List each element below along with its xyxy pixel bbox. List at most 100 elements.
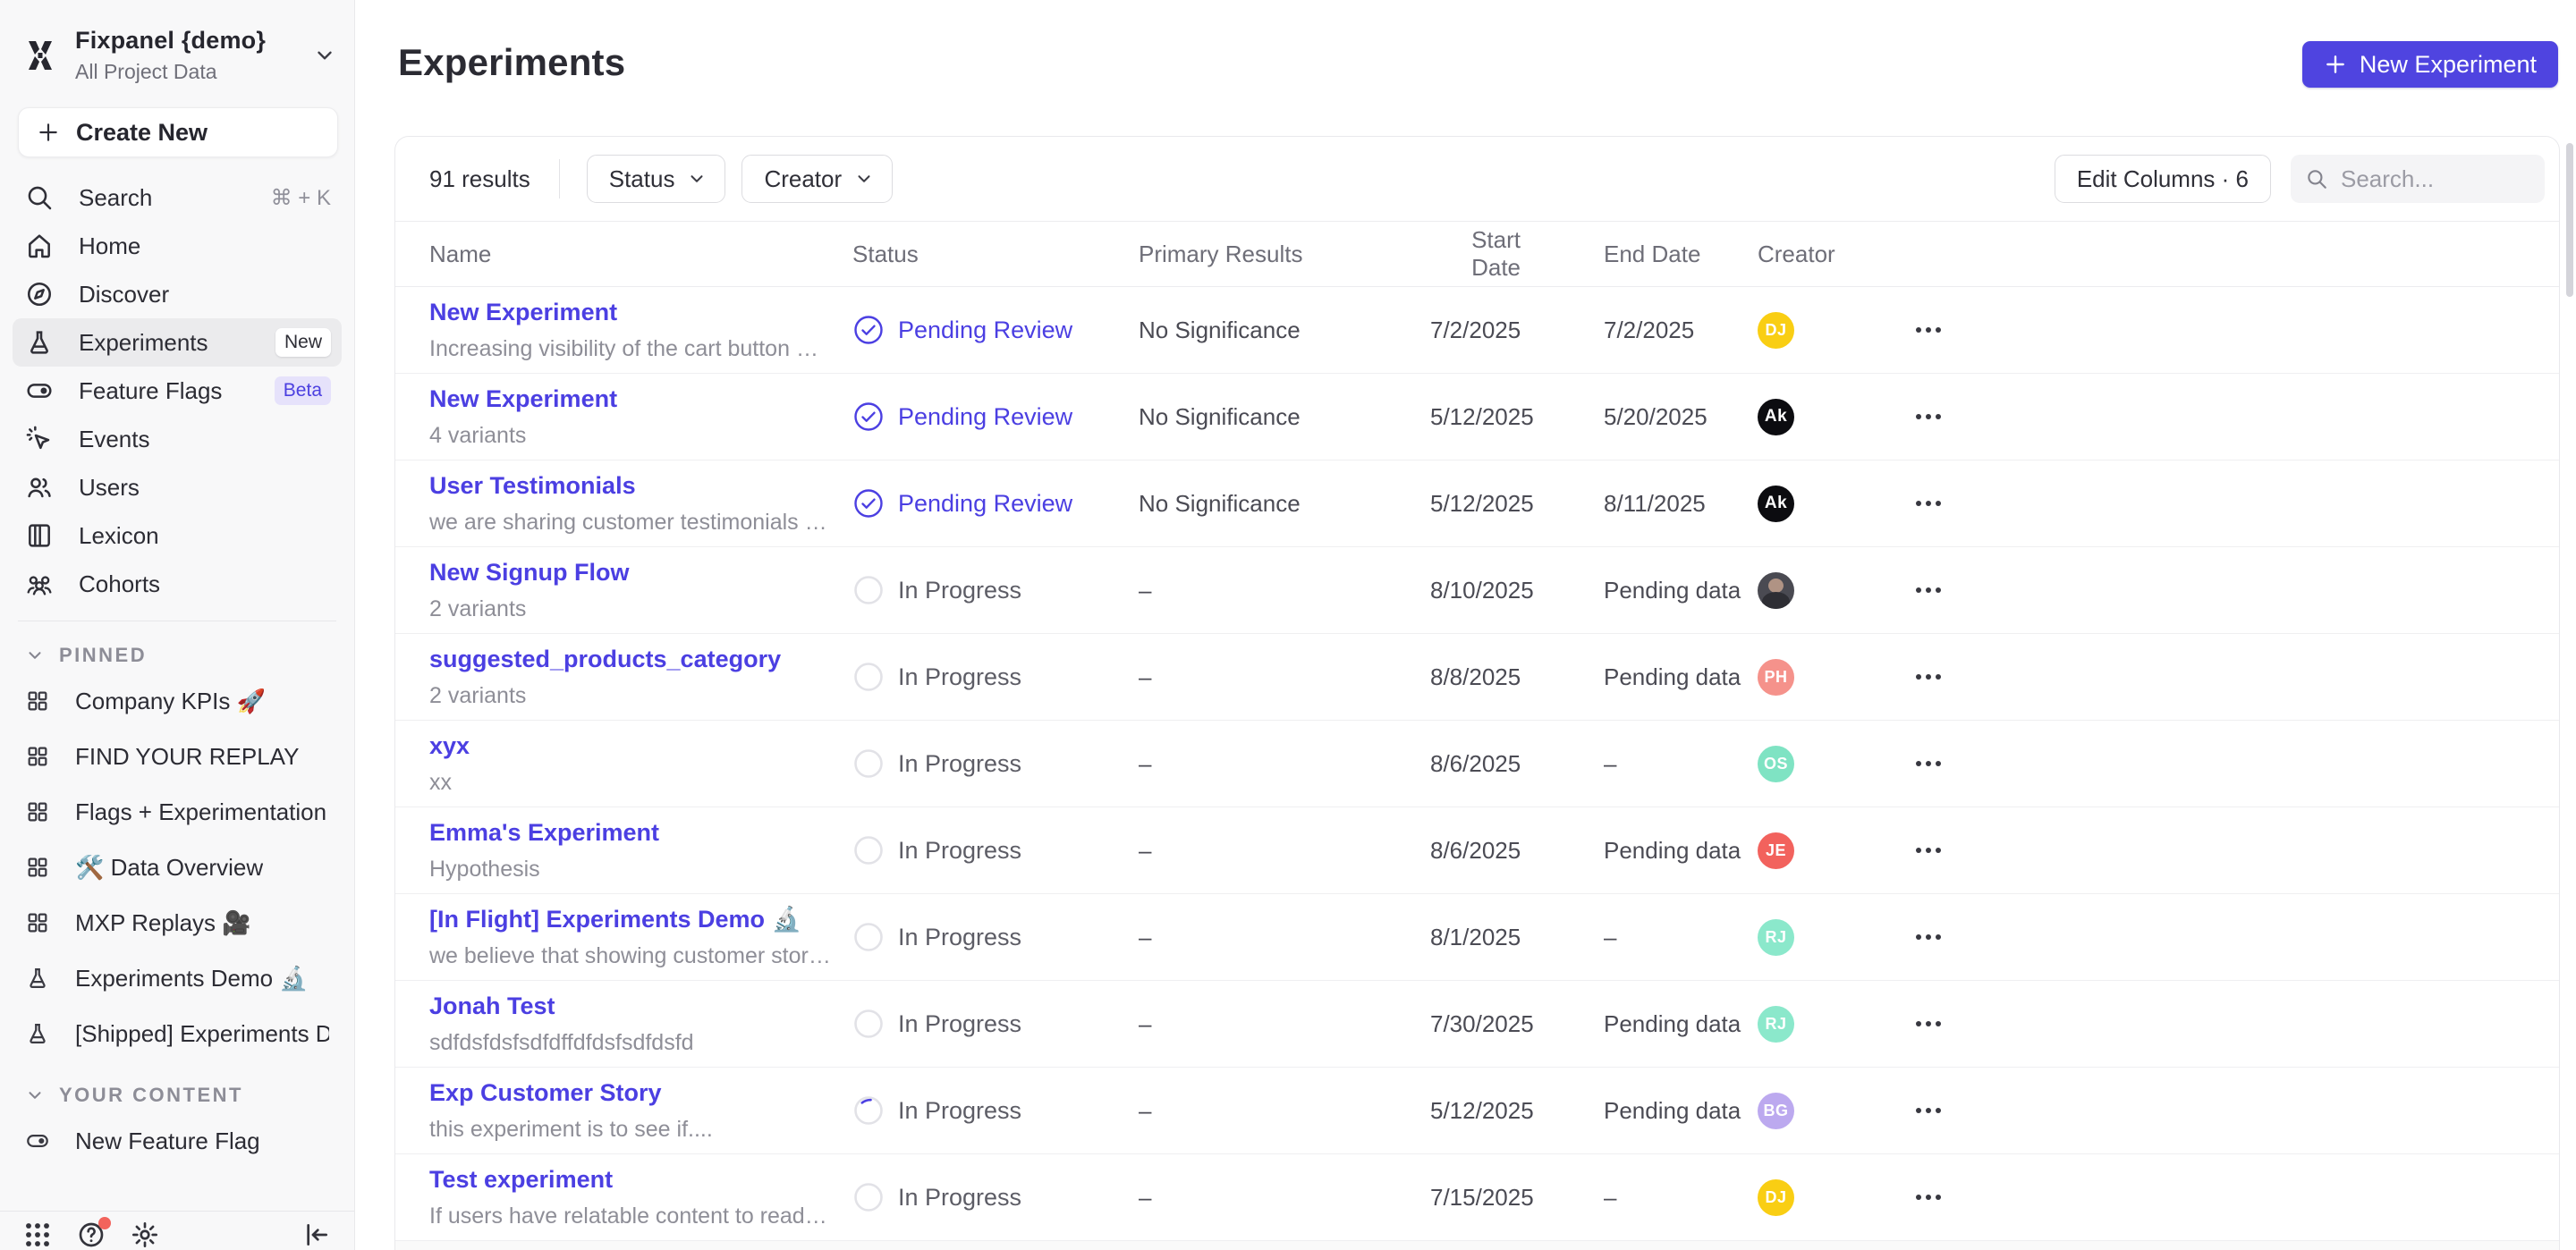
start-date-value: 8/6/2025 [1430, 750, 1604, 778]
row-overflow-menu[interactable] [1916, 1099, 1957, 1122]
table-search[interactable] [2291, 155, 2545, 203]
experiment-name-link[interactable]: [In Flight] Experiments Demo 🔬 [429, 905, 831, 933]
sidebar-item-data-overview[interactable]: 🛠️ Data Overview [13, 840, 342, 895]
sidebar-item-find-your-replay[interactable]: FIND YOUR REPLAY [13, 729, 342, 784]
sidebar-item-search[interactable]: Search⌘ + K [13, 173, 342, 222]
sidebar-item-flags-experimentation-demo[interactable]: Flags + Experimentation Demo [13, 784, 342, 840]
creator-avatar[interactable]: BG [1758, 1093, 1794, 1129]
experiment-name-link[interactable]: New Experiment [429, 385, 831, 413]
help-icon[interactable] [77, 1220, 106, 1249]
sidebar-item-label: Events [79, 426, 331, 453]
creator-filter-button[interactable]: Creator [741, 155, 893, 203]
experiment-row: New Signup Flow 2 variants In Progress –… [395, 547, 2559, 634]
creator-avatar[interactable]: JE [1758, 832, 1794, 869]
row-overflow-menu[interactable] [1916, 579, 1957, 602]
row-overflow-menu[interactable] [1916, 1012, 1957, 1035]
new-experiment-label: New Experiment [2360, 51, 2537, 79]
table-footer-strip [395, 1241, 2559, 1250]
section-header-your-content[interactable]: YOUR CONTENT [13, 1077, 342, 1113]
experiment-subtitle: If users have relatable content to read … [429, 1204, 831, 1229]
experiment-name-link[interactable]: xyx [429, 732, 831, 760]
creator-avatar[interactable]: DJ [1758, 1179, 1794, 1216]
column-header-end-date[interactable]: End Date [1604, 241, 1758, 268]
sidebar-item-cohorts[interactable]: Cohorts [13, 560, 342, 608]
creator-avatar[interactable] [1758, 572, 1794, 609]
status-filter-button[interactable]: Status [587, 155, 726, 203]
sidebar-item-company-kpis[interactable]: Company KPIs 🚀 [13, 673, 342, 729]
column-header-name[interactable]: Name [429, 241, 852, 268]
edit-columns-button[interactable]: Edit Columns · 6 [2055, 155, 2271, 203]
sidebar-item-events[interactable]: Events [13, 415, 342, 463]
column-header-creator[interactable]: Creator [1758, 241, 1916, 268]
collapse-sidebar-icon[interactable] [302, 1220, 331, 1249]
end-date-value: 7/2/2025 [1604, 317, 1758, 344]
filter-label: Status [609, 165, 675, 193]
sidebar-item-lexicon[interactable]: Lexicon [13, 511, 342, 560]
row-overflow-menu[interactable] [1916, 318, 1957, 342]
row-overflow-menu[interactable] [1916, 752, 1957, 775]
column-header-start-date[interactable]: Start Date [1430, 226, 1604, 282]
creator-avatar[interactable]: Ak [1758, 399, 1794, 435]
creator-avatar[interactable]: RJ [1758, 919, 1794, 956]
start-date-value: 5/12/2025 [1430, 1097, 1604, 1125]
experiment-name-link[interactable]: Test experiment [429, 1166, 831, 1194]
chevron-down-icon [25, 646, 45, 665]
creator-avatar[interactable]: RJ [1758, 1006, 1794, 1043]
status-label: In Progress [898, 837, 1021, 865]
chevron-down-icon [25, 1085, 45, 1105]
experiment-name-link[interactable]: Jonah Test [429, 992, 831, 1020]
experiment-row: New Experiment Increasing visibility of … [395, 287, 2559, 374]
search-input[interactable] [2341, 165, 2530, 193]
creator-avatar[interactable]: PH [1758, 659, 1794, 696]
board-icon [25, 855, 50, 880]
sidebar-item-home[interactable]: Home [13, 222, 342, 270]
experiment-row: Exp Customer Story this experiment is to… [395, 1068, 2559, 1154]
row-overflow-menu[interactable] [1916, 665, 1957, 688]
experiment-subtitle: we are sharing customer testimonials as … [429, 510, 831, 536]
sidebar-item-mxp-replays[interactable]: MXP Replays 🎥 [13, 895, 342, 950]
row-overflow-menu[interactable] [1916, 492, 1957, 515]
experiment-name-link[interactable]: New Signup Flow [429, 559, 831, 587]
apps-grid-icon[interactable] [23, 1220, 52, 1249]
sidebar-item-feature-flags[interactable]: Feature FlagsBeta [13, 367, 342, 415]
workspace-switcher[interactable]: Fixpanel {demo} All Project Data [0, 0, 354, 95]
sidebar-footer [0, 1211, 354, 1250]
experiment-name-link[interactable]: User Testimonials [429, 472, 831, 500]
sidebar-item-new-feature-flag[interactable]: New Feature Flag [13, 1113, 342, 1169]
status-progress-icon [852, 834, 885, 866]
experiment-name-link[interactable]: Exp Customer Story [429, 1079, 831, 1107]
sidebar-item-label: Discover [79, 281, 331, 308]
row-overflow-menu[interactable] [1916, 405, 1957, 428]
settings-gear-icon[interactable] [131, 1220, 159, 1249]
column-header-status[interactable]: Status [852, 241, 1139, 268]
experiment-name-link[interactable]: New Experiment [429, 299, 831, 326]
new-experiment-button[interactable]: New Experiment [2302, 41, 2558, 88]
experiment-name-link[interactable]: suggested_products_category [429, 646, 831, 673]
status-label: In Progress [898, 924, 1021, 951]
creator-avatar[interactable]: Ak [1758, 486, 1794, 522]
primary-results-value: – [1139, 1097, 1430, 1125]
table-body: New Experiment Increasing visibility of … [395, 287, 2559, 1241]
sidebar-item-discover[interactable]: Discover [13, 270, 342, 318]
creator-avatar[interactable]: DJ [1758, 312, 1794, 349]
create-new-button[interactable]: Create New [18, 107, 338, 157]
start-date-value: 7/30/2025 [1430, 1010, 1604, 1038]
book-icon [25, 521, 54, 550]
workspace-name: Fixpanel {demo} [75, 27, 313, 55]
sidebar-item-experiments-demo[interactable]: Experiments Demo 🔬 [13, 950, 342, 1006]
page-title: Experiments [398, 41, 625, 84]
sidebar-item-shipped-experiments-demo[interactable]: [Shipped] Experiments Demo ✏️ [13, 1006, 342, 1061]
status-progress-icon [852, 574, 885, 606]
vertical-scrollbar[interactable] [2566, 143, 2573, 297]
row-overflow-menu[interactable] [1916, 839, 1957, 862]
sidebar-item-label: MXP Replays 🎥 [75, 909, 251, 937]
sidebar-item-users[interactable]: Users [13, 463, 342, 511]
column-header-primary-results[interactable]: Primary Results [1139, 241, 1430, 268]
sidebar-item-experiments[interactable]: ExperimentsNew [13, 318, 342, 367]
section-header-pinned[interactable]: PINNED [13, 638, 342, 673]
row-overflow-menu[interactable] [1916, 1186, 1957, 1209]
creator-avatar[interactable]: OS [1758, 746, 1794, 782]
row-overflow-menu[interactable] [1916, 925, 1957, 949]
status-progress-icon [852, 661, 885, 693]
experiment-name-link[interactable]: Emma's Experiment [429, 819, 831, 847]
